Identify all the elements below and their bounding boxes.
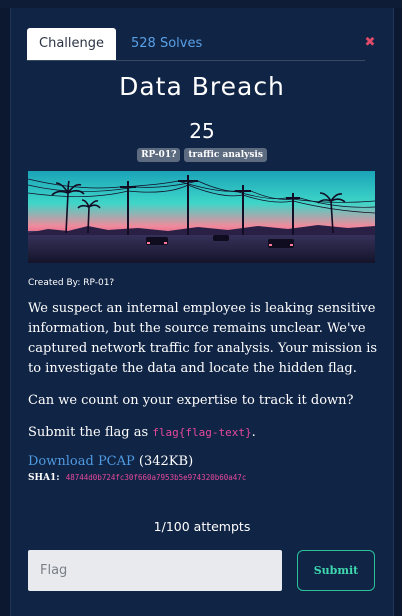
attempts-counter: 1/100 attempts [153,519,251,534]
created-by-author: RP-01? [83,278,115,288]
flag-format-suffix: . [251,425,256,440]
created-by: Created By: RP-01? [28,278,114,288]
tag-list: RP-01? traffic analysis [11,148,393,162]
flag-input[interactable] [28,550,282,591]
challenge-modal: Challenge 528 Solves ✖ Data Breach 25 RP… [10,8,394,616]
description-paragraph: We suspect an internal employee is leaki… [28,301,378,376]
sha1-label: SHA1: [28,473,60,483]
tag-category: traffic analysis [184,148,267,162]
challenge-points: 25 [189,119,215,143]
close-icon[interactable]: ✖ [363,36,377,50]
description-paragraph: Can we count on your expertise to track … [28,393,354,408]
challenge-title: Data Breach [119,72,285,101]
flag-format-paragraph: Submit the flag as flag{flag-text}. [28,423,378,443]
challenge-tabs: Challenge 528 Solves [27,28,365,61]
tab-solves[interactable]: 528 Solves [131,28,202,60]
sha1-value: 48744d0b724fc30f660a7953b5e974320b60a47c [65,473,247,482]
download-row: Download PCAP (342KB) [28,454,193,469]
submit-button[interactable]: Submit [297,550,375,591]
tag-author: RP-01? [137,148,181,162]
flag-format-prefix: Submit the flag as [28,425,149,440]
tab-challenge[interactable]: Challenge [27,28,116,60]
download-pcap-link[interactable]: Download PCAP [28,454,135,469]
challenge-banner-image [28,171,375,263]
download-size: (342KB) [138,454,194,469]
sha1-row: SHA1: 48744d0b724fc30f660a7953b5e974320b… [28,473,246,483]
challenge-description: We suspect an internal employee is leaki… [28,299,378,455]
top-bar [0,0,402,8]
flag-format-code: flag{flag-text} [152,426,252,439]
created-by-label: Created By: [28,278,81,288]
